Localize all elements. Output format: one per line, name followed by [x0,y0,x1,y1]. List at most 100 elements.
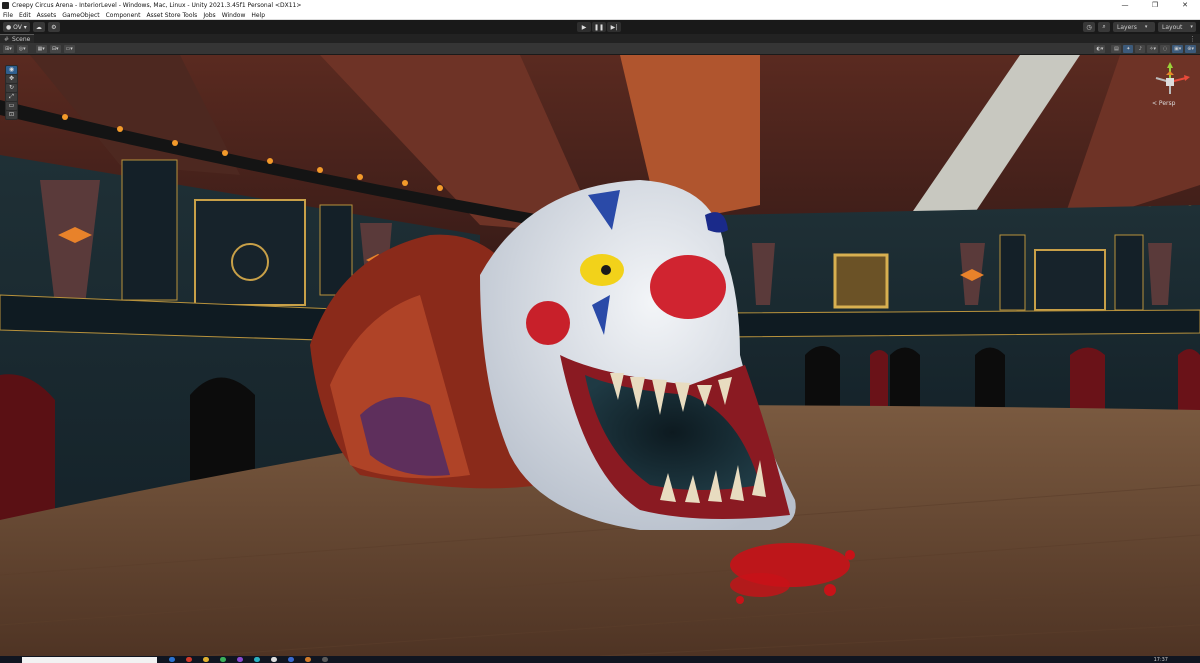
2d-toggle[interactable]: ▤ [1111,45,1122,53]
2d-icon: ▤ [1113,46,1119,52]
archway [190,377,255,480]
account-icon: ● [6,23,14,31]
transform-icon: ⊡ [8,111,15,118]
gizmos-button[interactable]: ⊕▾ [1185,45,1196,53]
camera-settings-button[interactable]: ▣▾ [1172,45,1184,53]
view-tool-button[interactable]: ◉ [6,66,17,74]
maximize-button[interactable]: ❐ [1140,0,1170,11]
tab-scene[interactable]: # Scene [0,34,35,43]
ornate-panel [999,234,1026,311]
scene-viewport[interactable] [0,55,1200,656]
scene-tool-column: ◉ ✥ ↻ ⤢ ▭ ⊡ [5,65,18,120]
taskbar-app-icon[interactable] [322,657,328,662]
red-door [1070,347,1105,410]
tool-handle-rotation-button[interactable]: ◎▾ [16,44,28,53]
orientation-gizmo[interactable]: < Persp [1148,62,1192,112]
menu-file[interactable]: File [0,12,16,19]
minimize-button[interactable]: — [1110,0,1140,11]
taskbar-app-icon[interactable] [271,657,277,662]
red-door [870,350,888,410]
increment-snap-button[interactable]: ⊟▾ [49,44,61,53]
taskbar-app-icon[interactable] [237,657,243,662]
search-button[interactable]: ⌕ [1098,22,1110,32]
step-button[interactable]: ▶| [607,22,621,32]
menu-assets[interactable]: Assets [34,12,60,19]
portrait-frame [833,253,889,309]
layers-dropdown[interactable]: Layers ▾ [1113,22,1155,32]
pause-button[interactable]: ❚❚ [592,22,606,32]
ornate-panel [121,159,178,301]
hidden-objects-toggle[interactable]: ◌ [1160,45,1171,53]
tool-handle-position-button[interactable]: ⊞▾ [3,44,14,53]
window-title: Creepy Circus Arena - InteriorLevel - Wi… [12,2,302,9]
clown-cheek [526,301,570,345]
clown-pupil [601,265,611,275]
menu-asset-store-tools[interactable]: Asset Store Tools [143,12,200,19]
rotate-tool-button[interactable]: ↻ [6,84,17,92]
play-button[interactable]: ▶ [577,22,591,32]
cloud-button[interactable]: ☁ [32,22,45,32]
menu-edit[interactable]: Edit [16,12,34,19]
transform-tool-button[interactable]: ⊡ [6,111,17,119]
global-icon: ◎▾ [18,45,26,52]
scene-tab-label: Scene [12,35,31,43]
ornate-panel [194,199,306,306]
main-toolbar: ● OV ▾ ☁ ⚙ ▶ ❚❚ ▶| ◷ ⌕ Layers ▾ Layout ▾ [0,20,1200,34]
tab-menu-icon[interactable]: ⋮ [1189,35,1196,43]
taskbar-app-icon[interactable] [169,657,175,662]
collab-button[interactable]: ⚙ [47,22,60,32]
archway [890,347,920,407]
taskbar-app-icon[interactable] [220,657,226,662]
layout-dropdown[interactable]: Layout ▾ [1158,22,1196,32]
close-button[interactable]: ✕ [1170,0,1200,11]
wall-band [719,309,1200,338]
scene-render [0,55,1200,656]
menu-window[interactable]: Window [219,12,249,19]
taskbar-app-icon[interactable] [305,657,311,662]
layout-label: Layout [1162,23,1183,31]
taskbar-search-input[interactable] [22,656,157,663]
scene-tab-icon: # [4,35,10,43]
taskbar-app-icon[interactable] [254,657,260,662]
taskbar-app-icon[interactable] [288,657,294,662]
step-icon: ▶| [610,23,618,31]
menu-component[interactable]: Component [103,12,144,19]
effects-toggle[interactable]: ✧▾ [1147,45,1159,53]
scale-icon: ⤢ [9,93,14,100]
axis-gizmo-icon [1155,62,1190,94]
eye-off-icon: ◌ [1162,46,1168,52]
menu-jobs[interactable]: Jobs [200,12,218,19]
red-door [1178,349,1200,410]
taskbar-app-icon[interactable] [203,657,209,662]
scene-view-options: ◐▾ ▤ ✦ ♪ ✧▾ ◌ ▣▾ ⊕▾ [1094,45,1196,53]
cloud-icon: ☁ [35,23,42,31]
snap-icon: ⊟▾ [51,45,59,52]
menu-bar: File Edit Assets GameObject Component As… [0,11,1200,20]
search-icon: ⌕ [1102,23,1106,30]
menu-help[interactable]: Help [248,12,268,19]
scene-view-toolbar: ⊞▾ ◎▾ ▦▾ ⊟▾ ▭▾ ◐▾ ▤ ✦ ♪ ✧▾ ◌ ▣▾ ⊕▾ [0,43,1200,55]
grid-snap-button[interactable]: ▦▾ [35,44,47,53]
taskbar-app-icon[interactable] [186,657,192,662]
grid-icon: ▦▾ [37,45,45,52]
lighting-toggle[interactable]: ✦ [1123,45,1134,53]
account-label: OV [13,23,22,31]
eye-icon: ◉ [8,66,15,73]
scale-tool-button[interactable]: ⤢ [6,93,17,101]
window-controls: — ❐ ✕ [1110,0,1200,11]
red-door [0,374,55,525]
account-dropdown[interactable]: ● OV ▾ [3,22,30,32]
ornate-panel [1114,234,1144,311]
camera-projection-label[interactable]: < Persp [1152,100,1175,107]
move-tool-button[interactable]: ✥ [6,75,17,83]
play-icon: ▶ [581,23,587,31]
rect-tool-button[interactable]: ▭ [6,102,17,110]
taskbar-clock[interactable]: 17:37 [1154,657,1168,663]
ornate-panel [1034,249,1106,311]
gizmo-view-button[interactable]: ▭▾ [63,44,75,53]
play-controls: ▶ ❚❚ ▶| [577,22,621,32]
shading-mode-button[interactable]: ◐▾ [1094,45,1106,53]
menu-gameobject[interactable]: GameObject [59,12,102,19]
audio-toggle[interactable]: ♪ [1135,45,1146,53]
undo-history-button[interactable]: ◷ [1083,22,1095,32]
